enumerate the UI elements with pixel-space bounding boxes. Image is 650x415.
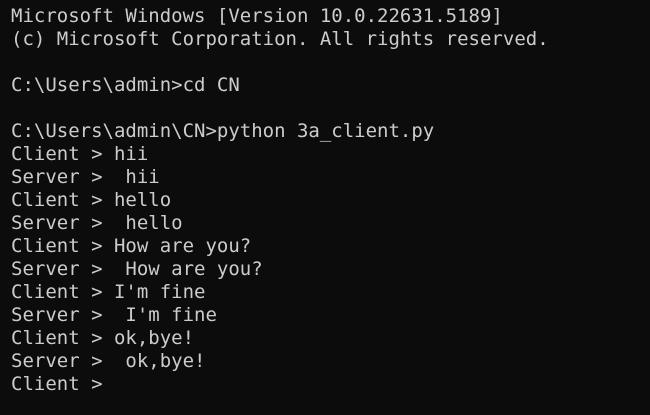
terminal-line: Server > hello — [11, 212, 183, 234]
terminal-line: Server > ok,bye! — [11, 350, 206, 372]
terminal-line: Client > I'm fine — [11, 281, 206, 303]
terminal-line: Client > ok,bye! — [11, 327, 195, 349]
terminal-line: C:\Users\admin\CN>python 3a_client.py — [11, 120, 435, 142]
terminal-output[interactable]: Microsoft Windows [Version 10.0.22631.51… — [0, 0, 650, 415]
terminal-line: Server > I'm fine — [11, 304, 217, 326]
terminal-line: Microsoft Windows [Version 10.0.22631.51… — [11, 5, 503, 27]
terminal-line: Server > How are you? — [11, 258, 263, 280]
terminal-line: Client > hii — [11, 143, 149, 165]
terminal-line: (c) Microsoft Corporation. All rights re… — [11, 28, 549, 50]
terminal-line: Server > hii — [11, 166, 160, 188]
terminal-prompt-line[interactable]: Client > — [11, 373, 650, 396]
terminal-line: C:\Users\admin>cd CN — [11, 74, 240, 96]
terminal-line: Client > hello — [11, 189, 172, 211]
terminal-line: Client > How are you? — [11, 235, 252, 257]
